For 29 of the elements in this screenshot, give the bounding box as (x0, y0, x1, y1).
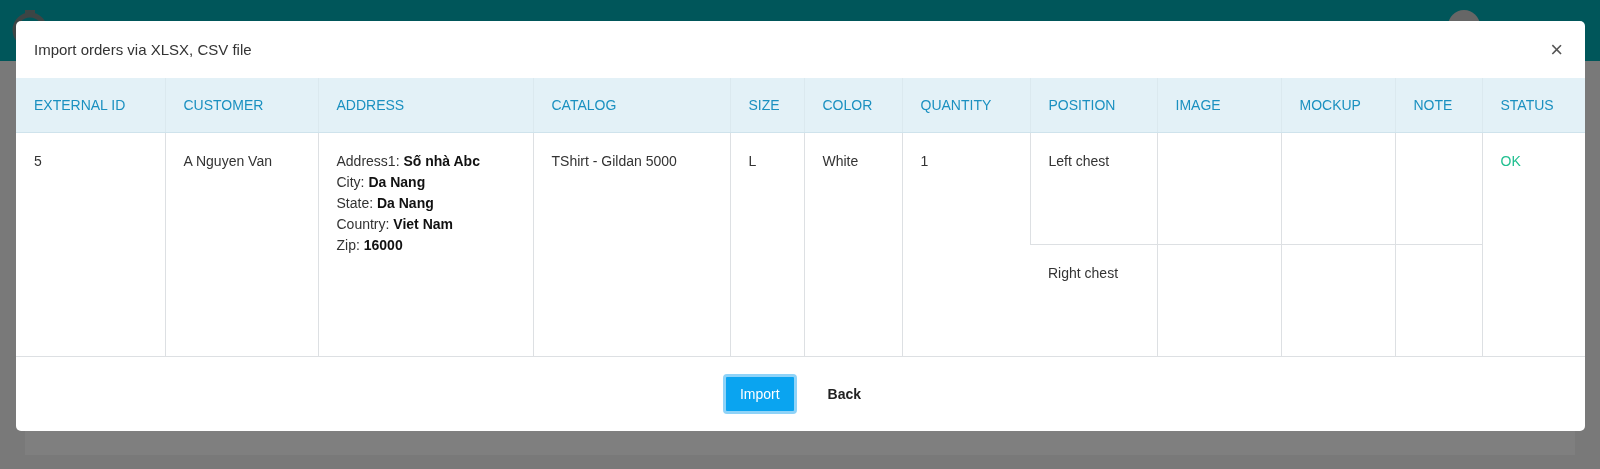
close-button[interactable]: × (1546, 38, 1567, 61)
dialog-title: Import orders via XLSX, CSV file (34, 41, 252, 58)
table-cell: 1 (902, 132, 1030, 357)
address-line: City: Da Nang (336, 173, 427, 192)
table-cell: L (730, 132, 804, 357)
column-header: QUANTITY (902, 78, 1030, 133)
table-cell: TShirt - Gildan 5000 (533, 132, 730, 357)
column-header: POSITION (1030, 78, 1157, 133)
column-header: CATALOG (533, 78, 730, 133)
back-button[interactable]: Back (810, 374, 879, 414)
table-cell: Left chest (1030, 132, 1157, 245)
address-line: State: Da Nang (336, 194, 435, 213)
column-header: SIZE (730, 78, 804, 133)
column-header: MOCKUP (1281, 78, 1395, 133)
table-cell: White (804, 132, 902, 357)
column-header: STATUS (1482, 78, 1585, 133)
column-header: CUSTOMER (165, 78, 318, 133)
column-header: NOTE (1395, 78, 1482, 133)
table-cell: A Nguyen Van (165, 132, 318, 357)
address-line: Address1: Số nhà Abc (336, 152, 481, 171)
status-cell: OK (1482, 132, 1585, 357)
column-header: EXTERNAL ID (16, 78, 165, 133)
column-header: COLOR (804, 78, 902, 133)
table-cell: Right chest (1030, 244, 1157, 357)
table-cell: 5 (16, 132, 165, 357)
address-line: Zip: 16000 (336, 236, 404, 255)
column-header: ADDRESS (318, 78, 533, 133)
address-line: Country: Viet Nam (336, 215, 454, 234)
column-header: IMAGE (1157, 78, 1281, 133)
